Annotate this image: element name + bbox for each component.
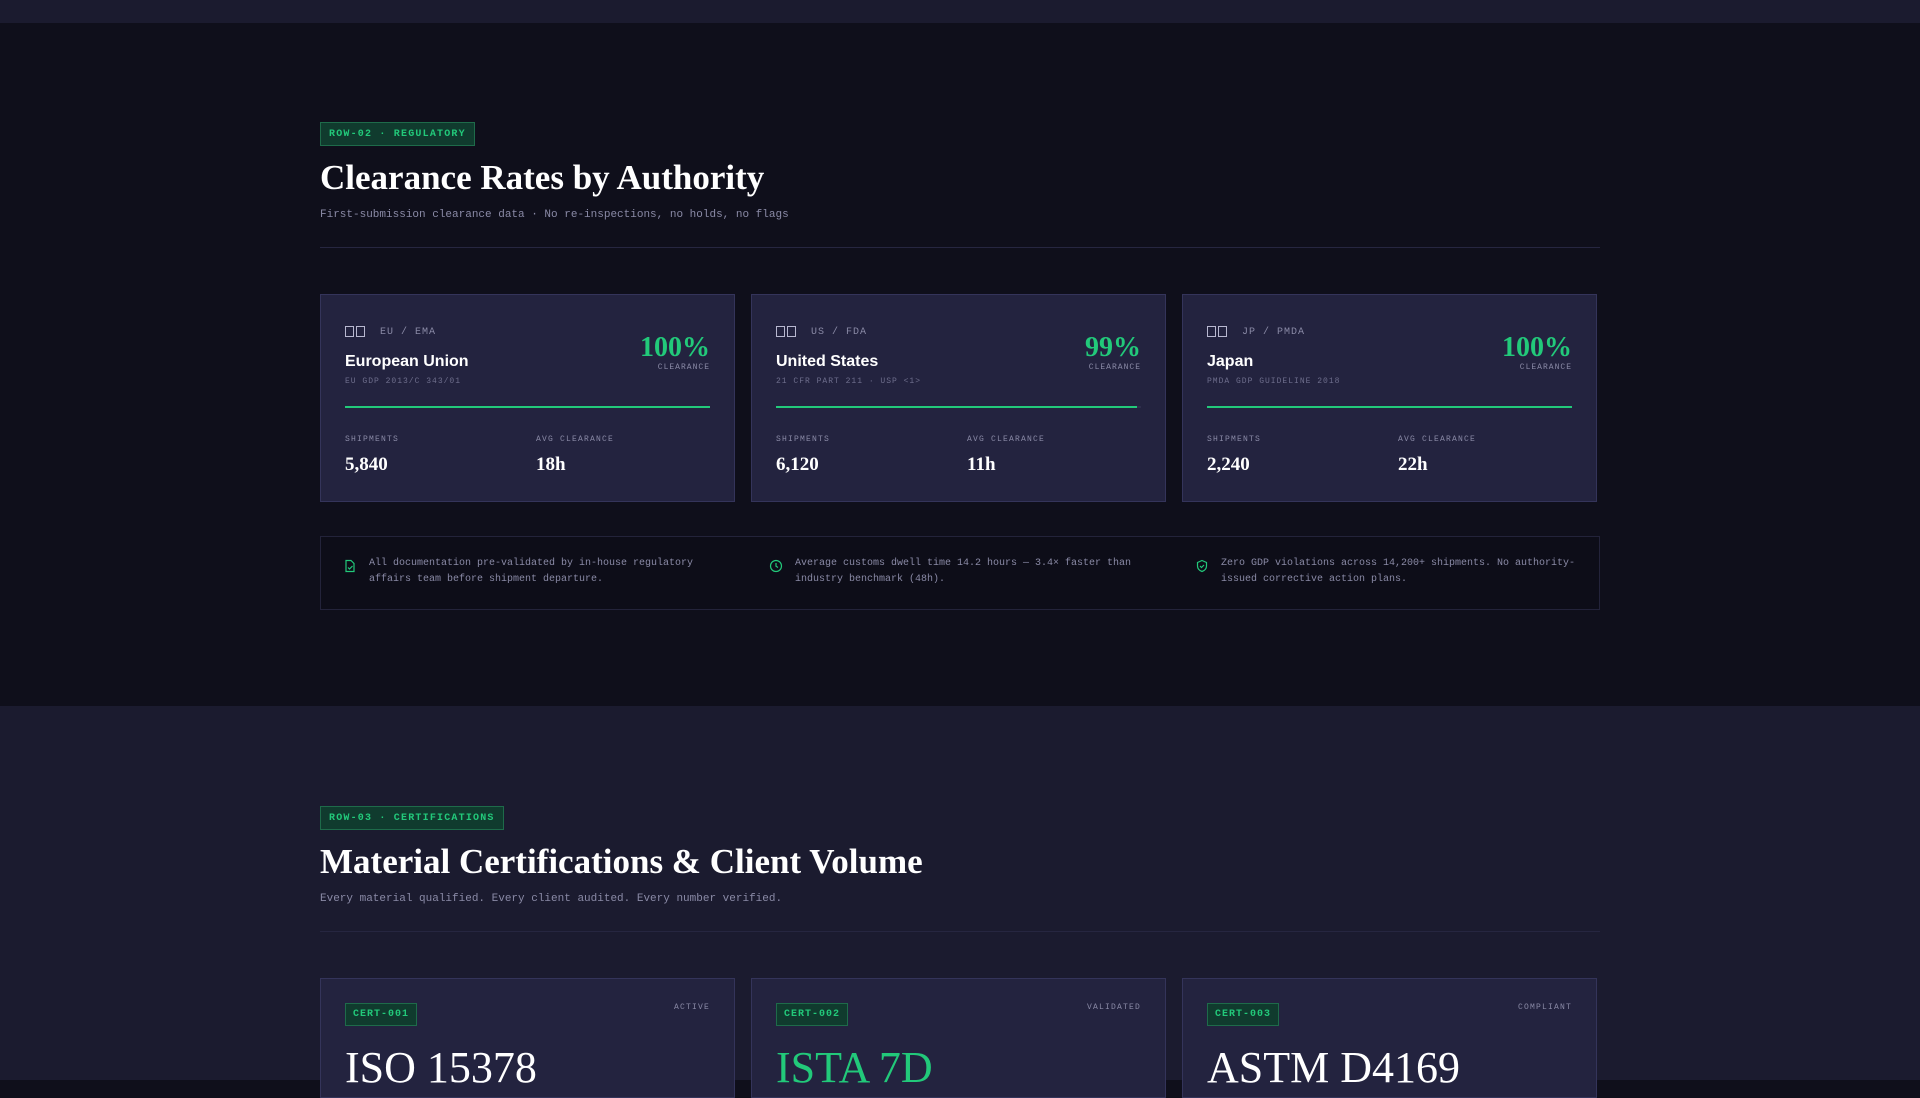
avg-clearance-label: AVG CLEARANCE: [967, 435, 1046, 444]
shipments-label: SHIPMENTS: [345, 435, 400, 444]
clearance-bar: [776, 406, 1141, 408]
note-item: Zero GDP violations across 14,200+ shipm…: [1173, 537, 1599, 609]
region-name: United States: [776, 353, 879, 370]
regulatory-notes: All documentation pre-validated by in-ho…: [320, 536, 1600, 610]
clock-icon: [769, 559, 783, 573]
cert-name: ISO 15378: [345, 1043, 537, 1092]
clearance-bar-fill: [1207, 406, 1572, 408]
authority-code: EU / EMA: [380, 327, 437, 338]
cert-status: ACTIVE: [673, 1003, 710, 1012]
avg-clearance-value: 11h: [967, 454, 996, 475]
avg-clearance-label: AVG CLEARANCE: [1398, 435, 1477, 444]
avg-clearance-value: 18h: [536, 454, 566, 475]
certifications-header: ROW-03 · CERTIFICATIONS Material Certifi…: [320, 806, 1600, 932]
clearance-bar: [345, 406, 710, 408]
avg-clearance-label: AVG CLEARANCE: [536, 435, 615, 444]
cert-status: COMPLIANT: [1517, 1003, 1572, 1012]
certification-cards: CERT-001 ACTIVE ISO 15378 CERT-002 VALID…: [320, 978, 1597, 1098]
avg-clearance-value: 22h: [1398, 454, 1428, 475]
flag-icon: [1207, 326, 1227, 337]
authority-card-jp[interactable]: JP / PMDA Japan PMDA GDP GUIDELINE 2018 …: [1182, 294, 1597, 502]
note-item: Average customs dwell time 14.2 hours — …: [747, 537, 1173, 609]
clearance-rate: 99%: [1085, 332, 1141, 363]
clearance-rate: 100%: [640, 332, 710, 363]
cert-name: ISTA 7D: [776, 1043, 933, 1092]
note-text: Zero GDP violations across 14,200+ shipm…: [1221, 558, 1576, 585]
regulation-ref: 21 CFR PART 211 · USP <1>: [776, 377, 922, 386]
authority-card-us[interactable]: US / FDA United States 21 CFR PART 211 ·…: [751, 294, 1166, 502]
flag-icon: [776, 326, 796, 337]
cert-id-badge: CERT-002: [776, 1003, 849, 1026]
note-text: All documentation pre-validated by in-ho…: [369, 558, 694, 585]
clearance-bar: [1207, 406, 1572, 408]
authority-code: US / FDA: [811, 327, 868, 338]
authority-cards: EU / EMA European Union EU GDP 2013/C 34…: [320, 294, 1597, 502]
clearance-label: CLEARANCE: [1088, 363, 1141, 372]
section-subtitle: Every material qualified. Every client a…: [320, 893, 783, 905]
section-tag: ROW-03 · CERTIFICATIONS: [320, 806, 504, 830]
flag-icon: [345, 326, 365, 337]
note-item: All documentation pre-validated by in-ho…: [321, 537, 747, 609]
clearance-rate: 100%: [1502, 332, 1572, 363]
clearance-label: CLEARANCE: [657, 363, 710, 372]
clearance-bar-fill: [345, 406, 710, 408]
clearance-label: CLEARANCE: [1519, 363, 1572, 372]
section-title: Material Certifications & Client Volume: [320, 842, 923, 881]
authority-code: JP / PMDA: [1242, 327, 1306, 338]
section-title: Clearance Rates by Authority: [320, 158, 765, 197]
shipments-label: SHIPMENTS: [776, 435, 831, 444]
cert-id-badge: CERT-001: [345, 1003, 418, 1026]
regulation-ref: PMDA GDP GUIDELINE 2018: [1207, 377, 1341, 386]
regulation-ref: EU GDP 2013/C 343/01: [345, 377, 462, 386]
shipments-value: 6,120: [776, 454, 819, 475]
cert-id-badge: CERT-003: [1207, 1003, 1280, 1026]
cert-card[interactable]: CERT-002 VALIDATED ISTA 7D: [751, 978, 1166, 1098]
cert-card[interactable]: CERT-001 ACTIVE ISO 15378: [320, 978, 735, 1098]
regulatory-header: ROW-02 · REGULATORY Clearance Rates by A…: [320, 122, 1600, 248]
region-name: Japan: [1207, 353, 1254, 370]
shipments-value: 5,840: [345, 454, 388, 475]
shipments-label: SHIPMENTS: [1207, 435, 1262, 444]
top-strip: [0, 0, 1920, 23]
section-subtitle: First-submission clearance data · No re-…: [320, 209, 789, 221]
document-check-icon: [345, 559, 355, 573]
divider: [320, 247, 1600, 248]
region-name: European Union: [345, 353, 469, 370]
section-tag: ROW-02 · REGULATORY: [320, 122, 475, 146]
cert-status: VALIDATED: [1086, 1003, 1141, 1012]
clearance-bar-fill: [776, 406, 1138, 408]
shipments-value: 2,240: [1207, 454, 1250, 475]
cert-name: ASTM D4169: [1207, 1043, 1461, 1092]
authority-card-eu[interactable]: EU / EMA European Union EU GDP 2013/C 34…: [320, 294, 735, 502]
divider: [320, 931, 1600, 932]
cert-card[interactable]: CERT-003 COMPLIANT ASTM D4169: [1182, 978, 1597, 1098]
note-text: Average customs dwell time 14.2 hours — …: [795, 558, 1132, 585]
shield-check-icon: [1196, 559, 1208, 573]
